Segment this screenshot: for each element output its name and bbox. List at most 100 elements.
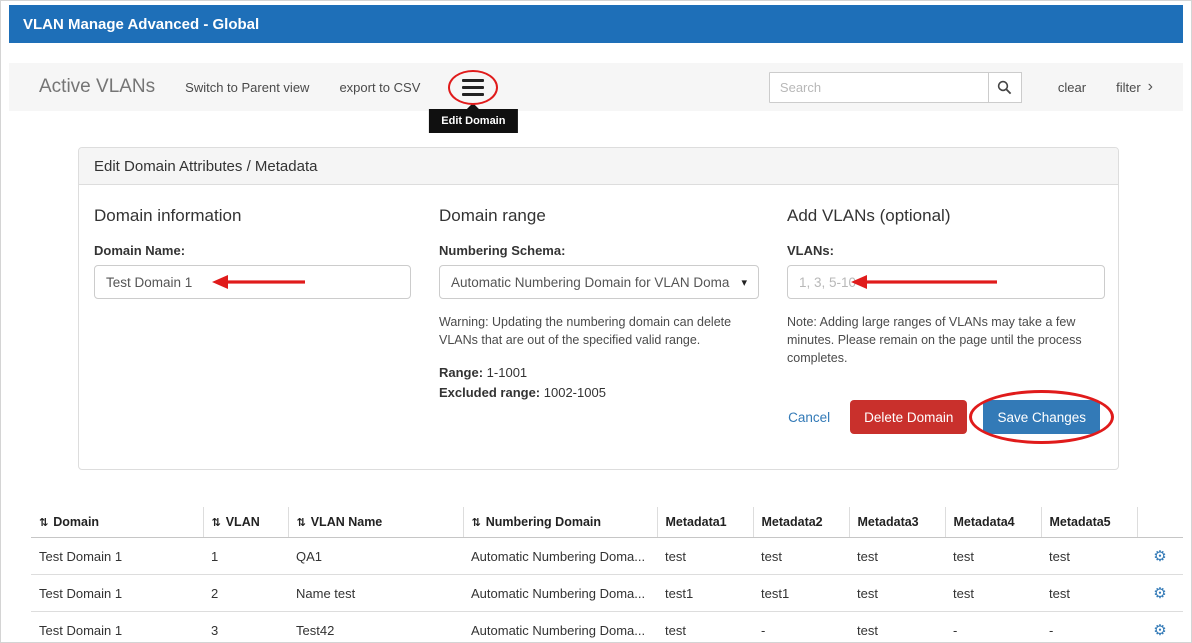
range-line: Range: 1-1001 <box>439 365 759 380</box>
col-header-vlan[interactable]: ⇅VLAN <box>203 507 288 538</box>
cell-vlan: 2 <box>203 575 288 612</box>
section-title: Active VLANs <box>39 76 155 98</box>
cell-metadata1: test <box>657 612 753 643</box>
table-row: Test Domain 1 1 QA1 Automatic Numbering … <box>31 538 1183 575</box>
cell-metadata2: test <box>753 538 849 575</box>
cell-metadata5: test <box>1041 538 1137 575</box>
gear-icon[interactable]: ⚙ <box>1153 585 1166 602</box>
delete-domain-button[interactable]: Delete Domain <box>850 400 967 434</box>
sort-icon: ⇅ <box>39 517 48 529</box>
cell-metadata2: test1 <box>753 575 849 612</box>
menu-icon-bar <box>462 93 484 96</box>
col-header-numbering-domain[interactable]: ⇅ Numbering Domain <box>463 507 657 538</box>
cell-vlan: 3 <box>203 612 288 643</box>
add-vlans-section: Add VLANs (optional) VLANs: Note: Adding… <box>787 185 1105 367</box>
vlans-input[interactable] <box>787 265 1105 299</box>
col-header-metadata3: Metadata3 <box>849 507 945 538</box>
domain-name-label: Domain Name: <box>94 243 411 258</box>
search-icon <box>997 80 1012 95</box>
cell-domain: Test Domain 1 <box>31 612 203 643</box>
cell-domain: Test Domain 1 <box>31 575 203 612</box>
table-header-row: ⇅Domain ⇅VLAN ⇅VLAN Name ⇅Numbering Doma… <box>31 507 1183 538</box>
cell-vlan-name: Test42 <box>288 612 463 643</box>
cell-metadata5: - <box>1041 612 1137 643</box>
cell-metadata4: test <box>945 538 1041 575</box>
domain-information-heading: Domain information <box>94 206 411 226</box>
range-value: 1-1001 <box>483 365 527 380</box>
page: VLAN Manage Advanced - Global Active VLA… <box>0 0 1192 643</box>
numbering-schema-label: Numbering Schema: <box>439 243 759 258</box>
col-header-actions <box>1137 507 1183 538</box>
cell-vlan-name: QA1 <box>288 538 463 575</box>
search-input[interactable] <box>769 72 989 103</box>
range-label: Range: <box>439 365 483 380</box>
gear-icon[interactable]: ⚙ <box>1153 548 1166 565</box>
menu-icon-bar <box>462 79 484 82</box>
domain-range-heading: Domain range <box>439 206 759 226</box>
switch-parent-view-link[interactable]: Switch to Parent view <box>185 80 309 95</box>
col-header-label: Numbering Domain <box>486 515 601 529</box>
cell-domain: Test Domain 1 <box>31 538 203 575</box>
panel-heading: Edit Domain Attributes / Metadata <box>79 148 1118 185</box>
chevron-right-icon: › <box>1148 79 1153 95</box>
panel-body: Domain information Domain Name: Domain r… <box>79 185 1118 469</box>
col-header-vlan-name[interactable]: ⇅VLAN Name <box>288 507 463 538</box>
col-header-metadata4: Metadata4 <box>945 507 1041 538</box>
cell-actions: ⚙ <box>1137 575 1183 612</box>
numbering-schema-value: Automatic Numbering Domain for VLAN Doma <box>451 275 736 290</box>
cell-metadata1: test1 <box>657 575 753 612</box>
edit-domain-tooltip: Edit Domain <box>429 109 517 133</box>
cell-vlan-name: Name test <box>288 575 463 612</box>
sort-icon: ⇅ <box>472 517 481 529</box>
numbering-warning-text: Warning: Updating the numbering domain c… <box>439 313 759 349</box>
cell-numbering-domain: Automatic Numbering Doma... <box>463 575 657 612</box>
cell-metadata3: test <box>849 575 945 612</box>
domain-range-section: Domain range Numbering Schema: Automatic… <box>439 185 759 400</box>
panel-title: Edit Domain Attributes / Metadata <box>94 158 317 175</box>
menu-icon-bar <box>462 86 484 89</box>
toolbar-right: clear filter › <box>769 72 1153 103</box>
toolbar: Active VLANs Switch to Parent view expor… <box>9 63 1183 111</box>
cell-vlan: 1 <box>203 538 288 575</box>
edit-domain-panel: Edit Domain Attributes / Metadata Domain… <box>78 147 1119 470</box>
filter-link[interactable]: filter › <box>1116 79 1153 95</box>
search-button[interactable] <box>988 72 1022 103</box>
panel-actions: Cancel Delete Domain Save Changes <box>788 400 1100 434</box>
clear-link[interactable]: clear <box>1058 80 1086 95</box>
excluded-range-label: Excluded range: <box>439 385 540 400</box>
gear-icon[interactable]: ⚙ <box>1153 622 1166 639</box>
numbering-schema-select[interactable]: Automatic Numbering Domain for VLAN Doma… <box>439 265 759 299</box>
cancel-link[interactable]: Cancel <box>788 410 830 425</box>
table-row: Test Domain 1 2 Name test Automatic Numb… <box>31 575 1183 612</box>
save-changes-wrap: Save Changes <box>983 400 1100 434</box>
cell-metadata3: test <box>849 612 945 643</box>
export-csv-link[interactable]: export to CSV <box>339 80 420 95</box>
cell-metadata3: test <box>849 538 945 575</box>
domain-information-section: Domain information Domain Name: <box>94 185 411 299</box>
vlan-table: ⇅Domain ⇅VLAN ⇅VLAN Name ⇅Numbering Doma… <box>31 507 1183 643</box>
vlans-label: VLANs: <box>787 243 1105 258</box>
edit-domain-menu-icon[interactable]: Edit Domain <box>462 79 484 96</box>
app-header: VLAN Manage Advanced - Global <box>9 5 1183 43</box>
cell-metadata5: test <box>1041 575 1137 612</box>
col-header-label: Domain <box>53 515 99 529</box>
cell-metadata4: - <box>945 612 1041 643</box>
col-header-metadata5: Metadata5 <box>1041 507 1137 538</box>
col-header-label: VLAN <box>226 515 260 529</box>
cell-actions: ⚙ <box>1137 538 1183 575</box>
caret-down-icon: ▾ <box>741 276 747 289</box>
table-row: Test Domain 1 3 Test42 Automatic Numberi… <box>31 612 1183 643</box>
cell-actions: ⚙ <box>1137 612 1183 643</box>
sort-icon: ⇅ <box>297 517 306 529</box>
excluded-range-value: 1002-1005 <box>540 385 606 400</box>
col-header-domain[interactable]: ⇅ Domain <box>31 507 203 538</box>
col-header-metadata2: Metadata2 <box>753 507 849 538</box>
add-vlans-note: Note: Adding large ranges of VLANs may t… <box>787 313 1105 367</box>
cell-metadata4: test <box>945 575 1041 612</box>
save-changes-button[interactable]: Save Changes <box>983 400 1100 434</box>
domain-name-input[interactable] <box>94 265 411 299</box>
filter-link-label: filter <box>1116 80 1141 95</box>
excluded-range-line: Excluded range: 1002-1005 <box>439 385 759 400</box>
cell-numbering-domain: Automatic Numbering Doma... <box>463 612 657 643</box>
cell-metadata2: - <box>753 612 849 643</box>
